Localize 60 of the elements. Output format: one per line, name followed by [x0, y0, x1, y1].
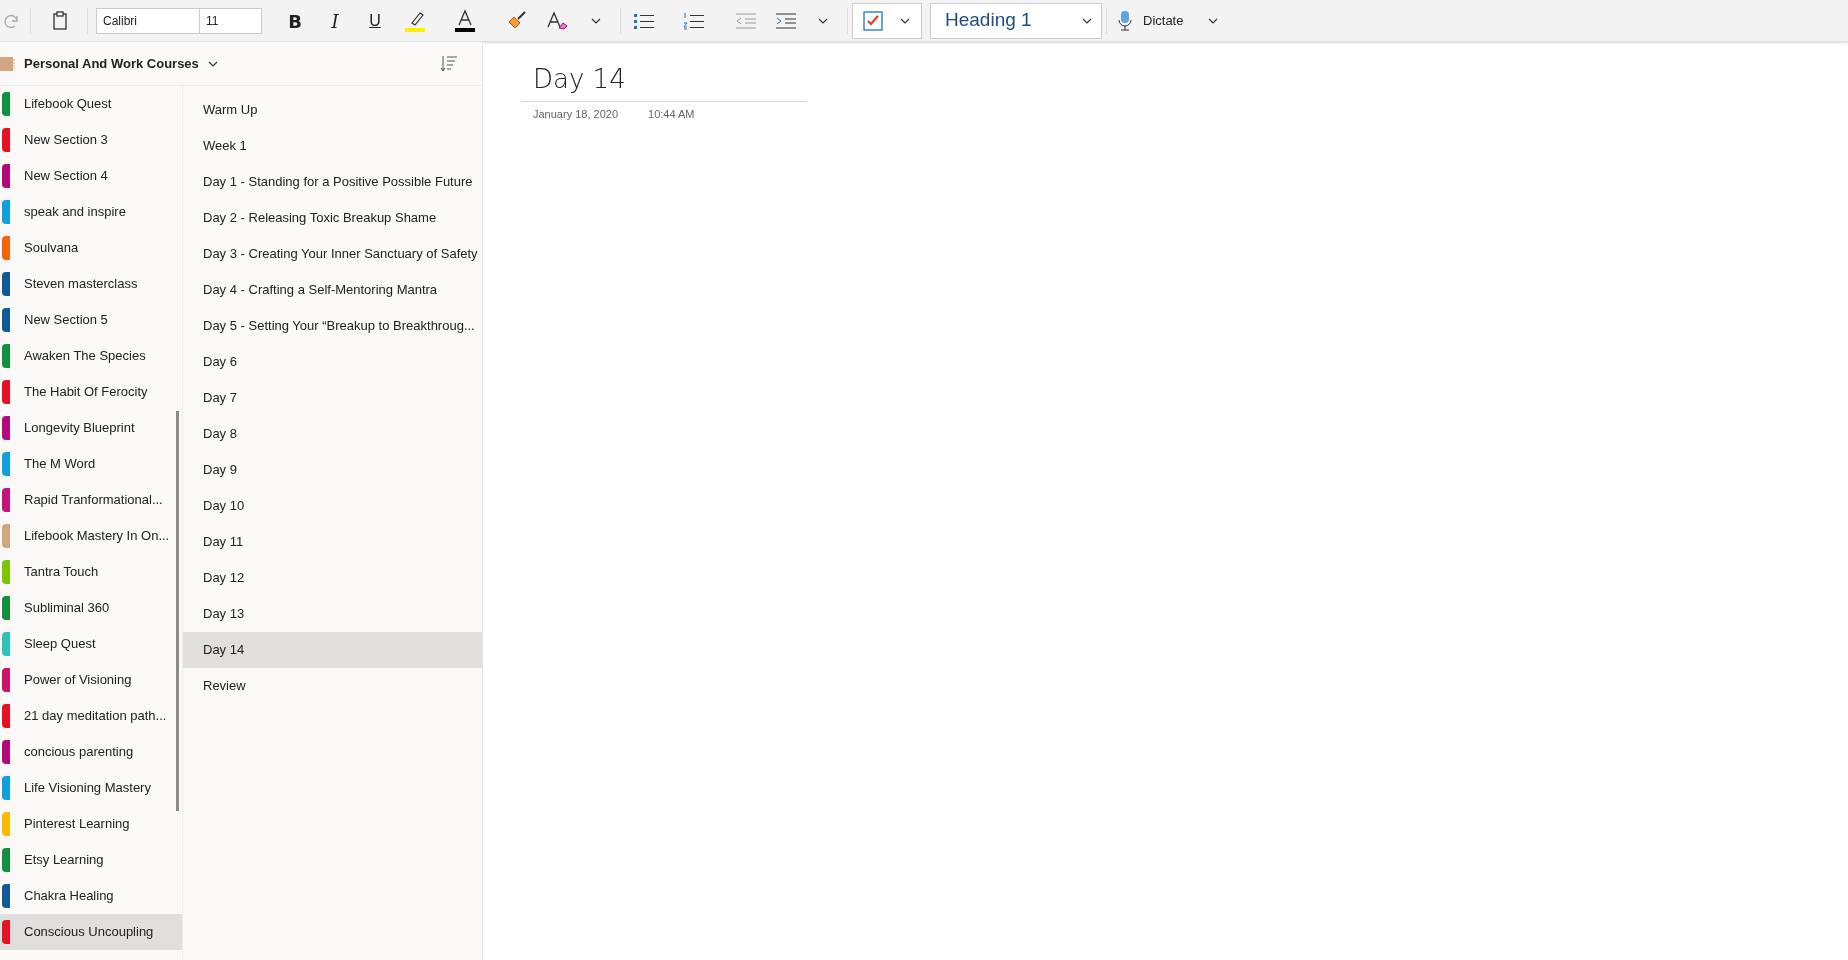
page-item[interactable]: Warm Up — [183, 92, 482, 128]
font-color-icon[interactable] — [454, 8, 476, 33]
page-item[interactable]: Day 14 — [183, 632, 482, 668]
section-item[interactable]: speak and inspire — [0, 194, 182, 230]
section-item[interactable]: Soulvana — [0, 230, 182, 266]
section-item[interactable]: Longevity Blueprint — [0, 410, 182, 446]
style-dropdown[interactable]: Heading 1 — [930, 2, 1102, 39]
page-date: January 18, 2020 — [533, 107, 618, 122]
section-item[interactable]: The Habit Of Ferocity — [0, 374, 182, 410]
page-item[interactable]: Day 5 - Setting Your “Breakup to Breakthroug... — [183, 308, 482, 344]
font-size-field[interactable]: 11 — [200, 7, 262, 34]
page-item[interactable]: Day 3 - Creating Your Inner Sanctuary of Safety — [183, 236, 482, 272]
numbered-list-icon[interactable] — [683, 10, 705, 31]
section-item[interactable]: 21 day meditation path... — [0, 698, 182, 734]
page-item[interactable]: Day 12 — [183, 560, 482, 596]
page-item[interactable]: Day 11 — [183, 524, 482, 560]
notebook-name[interactable]: Personal And Work Courses — [24, 53, 199, 74]
page-time: 10:44 AM — [648, 107, 695, 122]
section-item[interactable]: New Section 3 — [0, 122, 182, 158]
page-item[interactable]: Week 1 — [183, 128, 482, 164]
dictate-button[interactable]: Dictate — [1143, 10, 1184, 31]
section-item[interactable]: New Section 4 — [0, 158, 182, 194]
notebook-icon — [0, 55, 16, 72]
underline-button[interactable]: U — [364, 7, 386, 34]
section-item[interactable]: Rapid Tranformational... — [0, 482, 182, 518]
page-item[interactable]: Day 4 - Crafting a Self-Mentoring Mantra — [183, 272, 482, 308]
section-item[interactable]: Awaken The Species — [0, 338, 182, 374]
section-item[interactable]: Lifebook Mastery In On... — [0, 518, 182, 554]
section-item[interactable]: Conscious Uncoupling — [0, 914, 182, 950]
section-item[interactable]: Chakra Healing — [0, 878, 182, 914]
page-item[interactable]: Day 13 — [183, 596, 482, 632]
page-item[interactable]: Day 7 — [183, 380, 482, 416]
clipboard-icon[interactable] — [51, 10, 69, 31]
scrollbar[interactable] — [176, 411, 179, 811]
page-item[interactable]: Day 9 — [183, 452, 482, 488]
page-item[interactable]: Day 10 — [183, 488, 482, 524]
section-item[interactable]: Subliminal 360 — [0, 590, 182, 626]
clear-formatting-icon[interactable] — [546, 9, 568, 32]
section-item[interactable]: Lifebook Quest — [0, 86, 182, 122]
section-item[interactable]: Sleep Quest — [0, 626, 182, 662]
section-item[interactable]: Tantra Touch — [0, 554, 182, 590]
page-item[interactable]: Review — [183, 668, 482, 704]
page-item[interactable]: Day 2 - Releasing Toxic Breakup Shame — [183, 200, 482, 236]
section-item[interactable]: Power of Visioning — [0, 662, 182, 698]
section-item[interactable]: Pinterest Learning — [0, 806, 182, 842]
page-title[interactable]: Day 14 — [533, 60, 807, 99]
section-item[interactable]: The M Word — [0, 446, 182, 482]
section-item[interactable]: New Section 5 — [0, 302, 182, 338]
section-item[interactable]: Steven masterclass — [0, 266, 182, 302]
page-item[interactable]: Day 8 — [183, 416, 482, 452]
microphone-icon[interactable] — [1117, 9, 1133, 32]
section-item[interactable]: Life Visioning Mastery — [0, 770, 182, 806]
bold-button[interactable]: B — [284, 7, 306, 34]
section-item[interactable]: Etsy Learning — [0, 842, 182, 878]
section-item[interactable]: concious parenting — [0, 734, 182, 770]
font-field[interactable]: Calibri — [96, 7, 200, 34]
page-item[interactable]: Day 1 - Standing for a Positive Possible Future — [183, 164, 482, 200]
page-item[interactable]: Day 6 — [183, 344, 482, 380]
increase-indent-icon[interactable] — [775, 10, 797, 31]
italic-button[interactable]: I — [324, 7, 346, 34]
